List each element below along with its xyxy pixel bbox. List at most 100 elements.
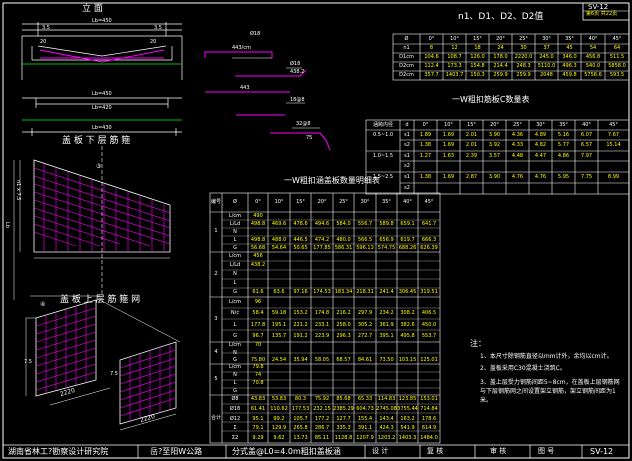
table-qty-cell: 6.57	[580, 142, 593, 148]
note-1: 1、本尺寸除钢筋直径以mm计外，余均以cm计。	[480, 353, 613, 360]
table-main-cell: 450.0	[421, 321, 437, 328]
table-main-cell: 305.2	[357, 321, 373, 328]
table-main-cell: 223.9	[314, 332, 330, 339]
table-main-cell: 474.2	[314, 236, 330, 243]
table-n-cell: 30	[520, 45, 527, 51]
table-main-cell: 494.6	[314, 220, 330, 227]
title-block-page-label: 图 号	[538, 447, 555, 455]
table-n-cell: 24	[497, 45, 504, 51]
table-qty-cell: 4.48	[511, 153, 524, 159]
table-main-cell: 54.64	[271, 244, 287, 251]
bar3-label-top: 443	[240, 85, 250, 91]
table-main-cell: 556.7	[357, 220, 373, 227]
elevation-caption: 盖 板 下 层 筋 箍	[62, 136, 131, 146]
table-main-cell: 97.16	[293, 289, 308, 295]
table-main-header: 10°	[274, 199, 284, 205]
table-qty-cell: 1.69	[442, 132, 455, 138]
table-main-cell: 498.8	[250, 236, 266, 243]
table-main-cell: 174.53	[313, 289, 331, 295]
table-main-header: 25°	[339, 199, 348, 205]
table-main-cell: 659.1	[400, 220, 415, 227]
table-main-cell: 85.11	[314, 434, 330, 441]
table-main-cell: 265.8	[293, 425, 308, 432]
table-qty-cell: 1.27	[419, 153, 432, 159]
table-n-header: 0°	[428, 36, 435, 42]
table-main-group-no: 2	[214, 270, 218, 277]
table-qty-cell: 1.0~1.5	[372, 153, 394, 159]
table-qty-header: 35°	[559, 122, 568, 128]
table-main-cell: 584.0	[336, 220, 351, 227]
table-n-cell: 540.0	[585, 63, 601, 69]
table-main-header: 0°	[255, 199, 261, 205]
table-main-cell: 335.3	[336, 425, 351, 432]
table-main-cell: 58.4	[252, 310, 264, 317]
table-main-cell: L/Ld	[229, 220, 241, 227]
table-main-cell: 96.7	[252, 332, 264, 339]
table-n-cell: 2220.0	[514, 54, 533, 60]
table-n-cell: 5758.6	[584, 72, 602, 78]
table-qty-cell: 15.14	[606, 142, 621, 148]
table-main-cell: 1128.8	[334, 434, 353, 441]
table-n-cell: 18	[474, 45, 481, 51]
table-qty-header: 0°	[422, 122, 429, 128]
plan-dim-lb: Lb	[4, 222, 10, 228]
title-block-project: 岳?至阳W公路	[150, 447, 203, 456]
elevation-dim-left: 3.5	[42, 25, 50, 31]
table-main-cell: 666.3	[421, 236, 437, 243]
table-n-cell: 5110.0	[537, 63, 556, 69]
table-n-cell: 5858.0	[608, 63, 626, 69]
table-n-cell: 593.5	[609, 72, 625, 78]
table-main-cell: L	[233, 236, 237, 243]
table-n-cell: 112.4	[424, 63, 439, 69]
table-qty-cell: 3.57	[488, 153, 501, 159]
table-n-cell: 1403.7	[445, 72, 464, 78]
table-main-cell: 438.2	[250, 262, 266, 268]
table-main-cell: 656.9	[379, 236, 394, 243]
plan-lower-layer	[13, 146, 171, 300]
table-main-cell: 596.13	[356, 244, 374, 251]
table-qty-cell: 3.90	[488, 174, 501, 180]
table-qty-cell: 1.63	[442, 153, 455, 159]
table-main-cell: 13.73	[293, 434, 308, 441]
table-main-header: 30°	[360, 199, 370, 205]
table-main-cell: 218.31	[356, 289, 374, 295]
table-n-cell: 64	[613, 45, 621, 51]
table-main-cell: 382.6	[400, 321, 415, 328]
table-qty-cell: 4.82	[534, 142, 547, 148]
table-main-cell: 241.4	[379, 289, 394, 295]
plan-mark-top: ③	[96, 163, 102, 170]
table-qty-cell: 0.5~1.0	[372, 132, 394, 138]
bar5-label-top: 32@8	[296, 121, 311, 127]
table-main-cell: 296.3	[336, 332, 351, 339]
table-main-cell: N/c	[230, 310, 240, 317]
table-n-header: 35°	[565, 36, 574, 42]
table-main-cell: 155.4	[357, 415, 373, 422]
table-main-cell: G	[233, 289, 237, 295]
table-main-cell: 478.6	[293, 220, 308, 227]
plan-dim-bottom1: 7.5	[24, 359, 32, 365]
table-main-cell: L	[233, 379, 237, 386]
elevation-dim-inner: Lb=420	[92, 105, 112, 111]
table-main-cell: 177.85	[313, 244, 331, 251]
table-qty-title: 一W粗扣筋板C数量表	[452, 95, 530, 104]
table-qty-cell: 4.33	[511, 142, 524, 148]
table-main-cell: 233.1	[314, 321, 330, 328]
table-n-cell: 245.0	[539, 54, 554, 60]
table-qty-cell: 7.97	[580, 153, 593, 159]
table-main-cell: 361.9	[379, 321, 394, 328]
table-main-cell: G	[233, 356, 237, 363]
table-main-cell: L/Ld	[229, 262, 241, 268]
table-main-cell: 258.0	[336, 321, 351, 328]
table-qty-header: 涵跨内径	[372, 122, 393, 128]
table-main-cell: 232.15	[313, 405, 331, 412]
bar1-label-bot: 443/cm	[232, 45, 251, 51]
title-block-drawing: 分式盖@L0=4.0m粗扣盖板涵	[232, 447, 341, 456]
elevation-dim-mid-left: 20	[40, 39, 47, 45]
table-main-cell: 553.7	[421, 332, 437, 339]
table-main-cell: L	[233, 321, 237, 328]
table-main-cell: 73.50	[379, 356, 394, 363]
table-main-cell: 490	[253, 212, 263, 219]
table-main-cell: 174.8	[314, 310, 330, 317]
table-n-header: Ø	[404, 36, 409, 42]
table-main-cell: 70.8	[252, 379, 264, 386]
